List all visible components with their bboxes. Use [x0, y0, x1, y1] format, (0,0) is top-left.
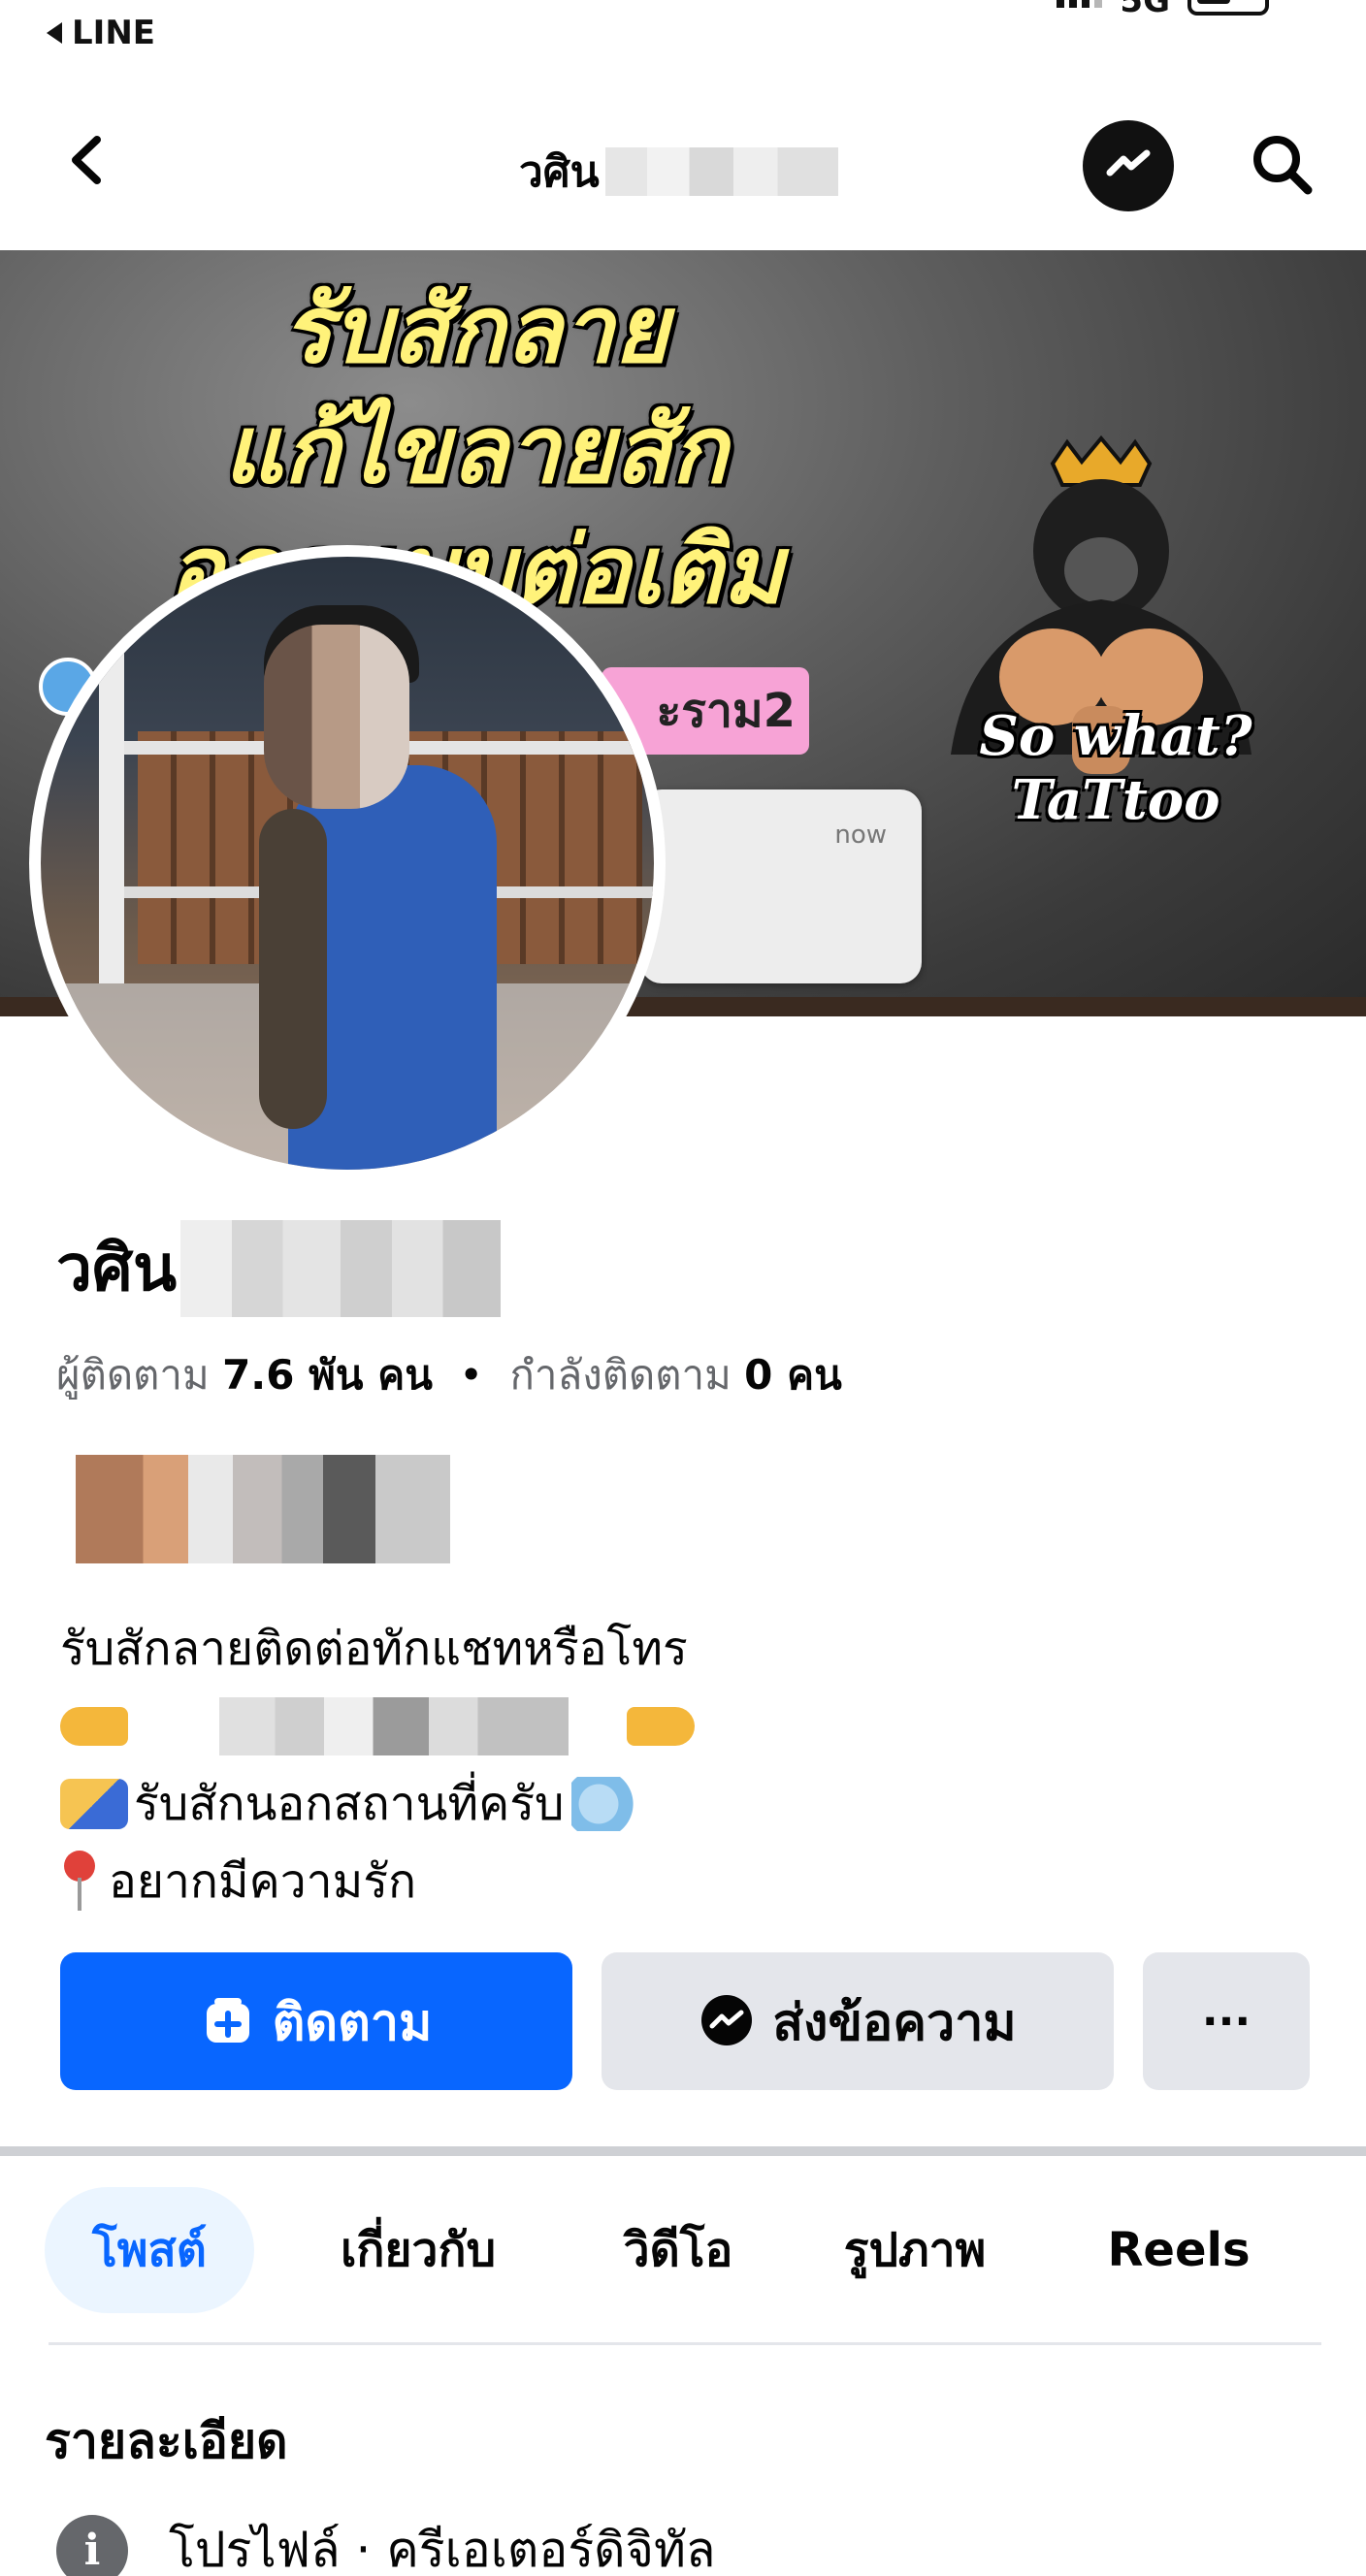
search-icon[interactable] [1244, 126, 1321, 204]
follower-stats: ผู้ติดตาม 7.6 พัน คน • กำลังติดตาม 0 คน [56, 1351, 842, 1399]
redacted-name-blur [180, 1219, 502, 1317]
status-indicators: 5G [1057, 0, 1269, 20]
pointing-left-emoji-icon [627, 1707, 695, 1746]
bio-phone-line [60, 1688, 708, 1765]
details-heading: รายละเอียด [45, 2413, 288, 2469]
follow-button[interactable]: ติดตาม [60, 1952, 572, 2090]
signal-icon [1057, 0, 1103, 8]
following-count[interactable]: 0 คน [744, 1351, 842, 1399]
header-title: วศิน [519, 138, 838, 206]
message-button[interactable]: ส่งข้อความ [602, 1952, 1114, 2090]
tab-videos[interactable]: วิดีโอ [586, 2187, 770, 2313]
messenger-bolt-icon [1106, 149, 1151, 177]
tab-about[interactable]: เกี่ยวกับ [309, 2187, 528, 2313]
profile-tabs: โพสต์ เกี่ยวกับ วิดีโอ รูปภาพ Reels [0, 2187, 1366, 2323]
messenger-icon [701, 1995, 753, 2045]
profile-bio: รับสักลายติดต่อทักแชทหรือโทร รับสักนอกสถ… [60, 1610, 708, 1920]
stats-separator: • [459, 1351, 484, 1399]
profile-name: วศิน [56, 1217, 502, 1319]
pushpin-emoji-icon [60, 1851, 99, 1913]
back-triangle-icon [47, 22, 62, 44]
tabs-divider [49, 2342, 1321, 2345]
bio-line: อยากมีความรัก [60, 1843, 708, 1920]
avatar-person-arm [259, 809, 327, 1129]
cover-headline-line: รับสักลาย [281, 275, 669, 384]
chevron-left-icon[interactable] [54, 126, 122, 194]
avatar-face-blur [264, 625, 409, 809]
tab-posts[interactable]: โพสต์ [45, 2187, 254, 2313]
avatar-post [99, 596, 124, 983]
status-bar: LINE 5G [0, 0, 1366, 68]
network-label: 5G [1120, 0, 1170, 20]
profile-avatar[interactable] [29, 545, 666, 1181]
redacted-name-blur [604, 147, 838, 196]
back-to-app-link[interactable]: LINE [47, 14, 155, 52]
info-icon: i [56, 2514, 128, 2576]
page-header: วศิน [0, 87, 1366, 233]
more-options-button[interactable]: ··· [1143, 1952, 1310, 2090]
tab-reels[interactable]: Reels [1087, 2187, 1271, 2313]
tab-photos[interactable]: รูปภาพ [813, 2187, 1017, 2313]
profile-photo [41, 557, 654, 1170]
message-label: ส่งข้อความ [772, 1993, 1017, 2052]
bio-line: รับสักนอกสถานที่ครับ [60, 1765, 708, 1843]
follow-plus-icon [206, 1998, 249, 2043]
dash-emoji-icon [571, 1777, 640, 1831]
pointing-right-emoji-icon [60, 1707, 128, 1746]
redacted-phone-blur [219, 1697, 569, 1755]
bio-line: รับสักลายติดต่อทักแชทหรือโทร [60, 1622, 688, 1676]
back-app-label: LINE [72, 14, 155, 52]
battery-icon [1187, 0, 1269, 16]
mutual-friends-avatars[interactable] [76, 1455, 450, 1563]
section-divider [0, 2146, 1366, 2156]
cover-headline-line: แก้ไขลายสัก [223, 396, 728, 504]
followers-count[interactable]: 7.6 พัน คน [222, 1351, 433, 1399]
detail-row-text: โปรไฟล์ · ครีเอเตอร์ดิจิทัล [169, 2522, 716, 2576]
cover-logo-caption: So what? TaTtoo [979, 704, 1252, 832]
follow-label: ติดตาม [272, 1993, 433, 2052]
detail-row-category[interactable]: i โปรไฟล์ · ครีเอเตอร์ดิจิทัล [56, 2512, 716, 2576]
writing-hand-emoji-icon [60, 1779, 128, 1829]
messenger-icon[interactable] [1083, 120, 1174, 211]
